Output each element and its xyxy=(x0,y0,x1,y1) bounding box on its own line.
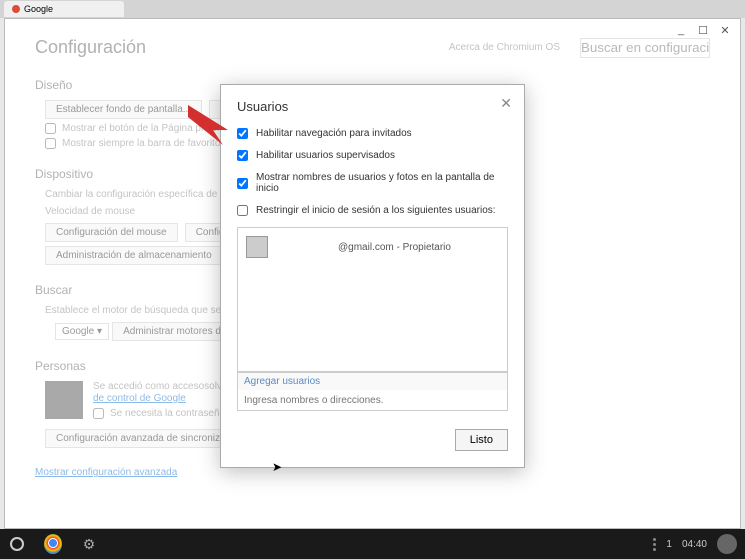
add-users-label: Agregar usuarios xyxy=(238,373,507,390)
taskbar: ⚙ 1 04:40 xyxy=(0,529,745,559)
add-users-section: Agregar usuarios xyxy=(237,372,508,411)
system-avatar-icon[interactable] xyxy=(717,534,737,554)
chrome-icon[interactable] xyxy=(44,535,62,553)
show-names-label: Mostrar nombres de usuarios y fotos en l… xyxy=(256,172,508,194)
user-entry-label: @gmail.com - Propietario xyxy=(338,242,451,253)
settings-icon[interactable]: ⚙ xyxy=(80,535,98,553)
modal-close-icon[interactable]: ✕ xyxy=(500,95,512,112)
modal-overlay: Usuarios ✕ Habilitar navegación para inv… xyxy=(5,19,740,528)
list-item: @gmail.com - Propietario xyxy=(246,236,499,258)
launcher-icon[interactable] xyxy=(8,535,26,553)
tab-title: Google xyxy=(24,4,53,14)
add-users-input[interactable] xyxy=(238,391,507,410)
done-button[interactable]: Listo xyxy=(455,429,508,451)
supervised-users-label: Habilitar usuarios supervisados xyxy=(256,150,395,161)
settings-window: _ ☐ ✕ Configuración Acerca de Chromium O… xyxy=(4,18,741,529)
restrict-signin-checkbox[interactable] xyxy=(237,205,248,216)
guest-browsing-label: Habilitar navegación para invitados xyxy=(256,128,412,139)
users-list-box: @gmail.com - Propietario xyxy=(237,227,508,372)
restrict-signin-label: Restringir el inicio de sesión a los sig… xyxy=(256,205,496,216)
clock[interactable]: 04:40 xyxy=(682,539,707,550)
tab-favicon-icon xyxy=(12,5,20,13)
battery-indicator[interactable]: 1 xyxy=(666,539,672,550)
show-names-checkbox[interactable] xyxy=(237,178,248,189)
user-avatar-icon xyxy=(246,236,268,258)
modal-title: Usuarios xyxy=(237,99,508,114)
supervised-users-checkbox[interactable] xyxy=(237,150,248,161)
browser-tab-bar: Google xyxy=(0,0,745,18)
users-modal: Usuarios ✕ Habilitar navegación para inv… xyxy=(220,84,525,468)
browser-tab[interactable]: Google xyxy=(4,1,124,17)
notifications-icon[interactable] xyxy=(653,538,656,551)
guest-browsing-checkbox[interactable] xyxy=(237,128,248,139)
